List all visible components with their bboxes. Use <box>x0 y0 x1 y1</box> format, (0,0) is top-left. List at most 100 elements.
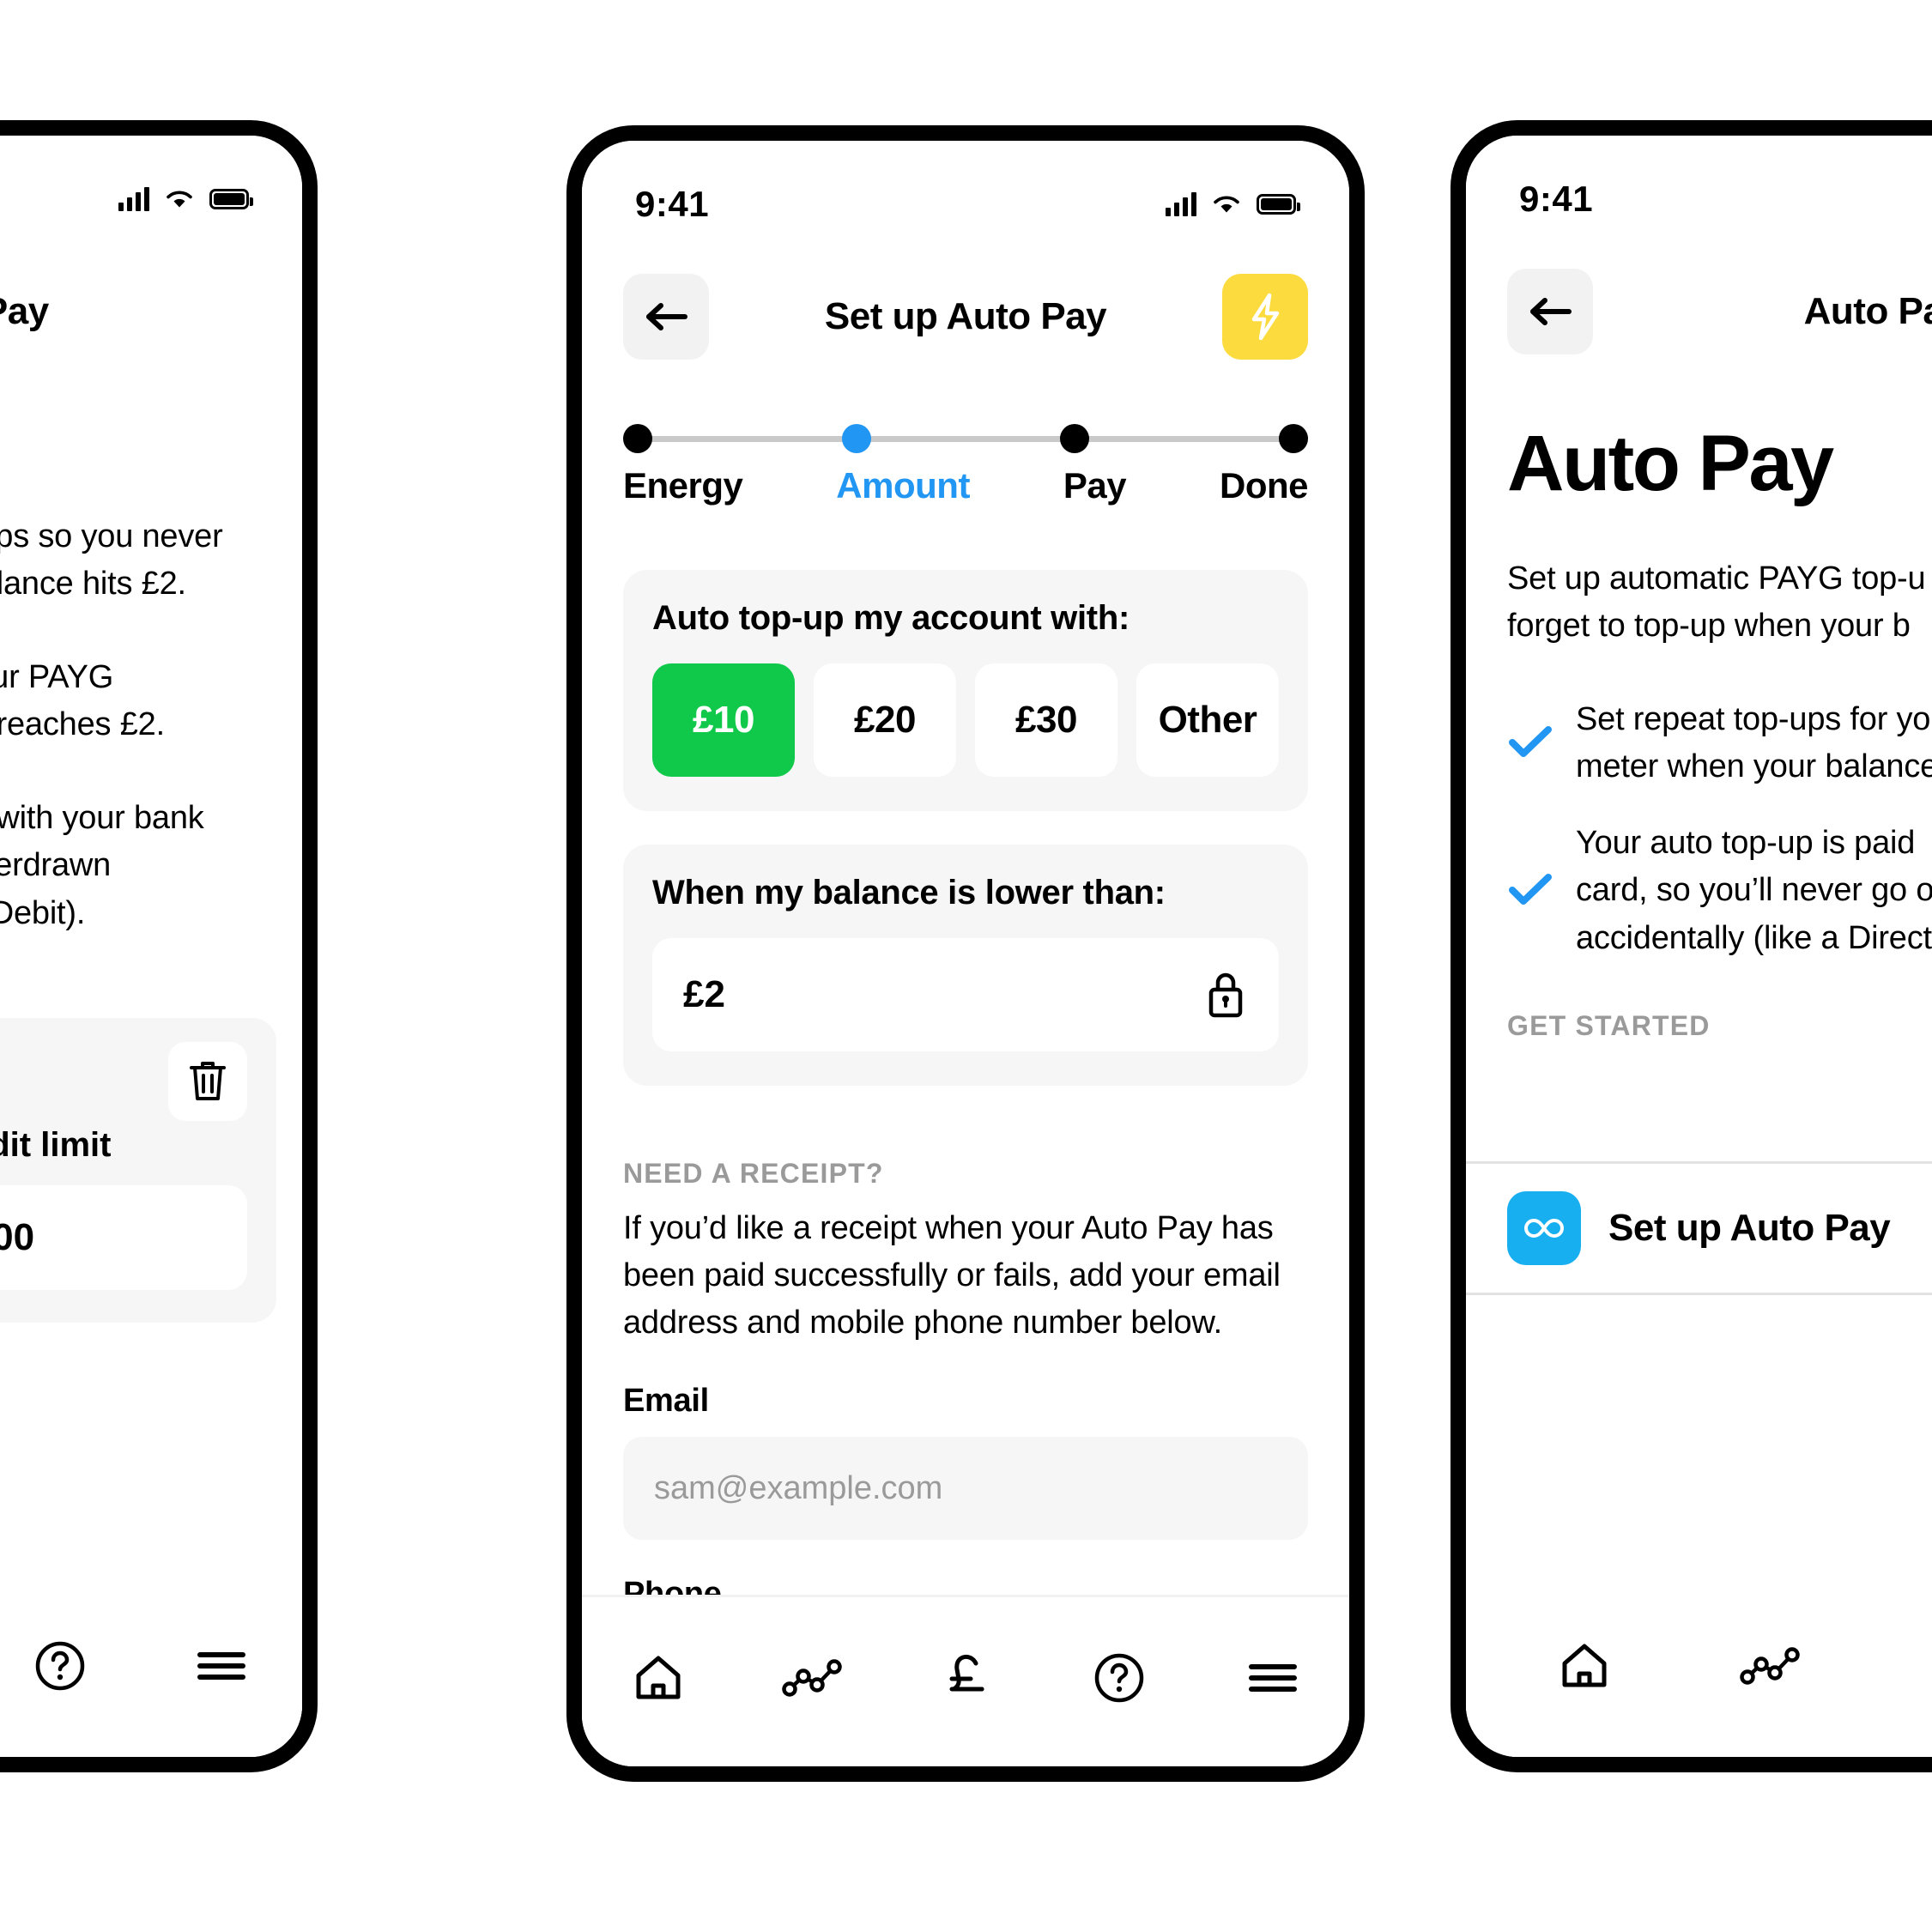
lock-icon <box>1208 972 1243 1018</box>
menu-icon <box>1248 1664 1297 1692</box>
right-status-time: 9:41 <box>1519 179 1594 219</box>
benefit-item-1: Set repeat top-ups for yo meter when you… <box>1507 696 1932 790</box>
usage-graph-icon <box>782 1659 842 1697</box>
credit-limit-field[interactable]: £2.00 <box>0 1185 247 1290</box>
balance-threshold-field[interactable]: £2 <box>652 938 1279 1051</box>
tab-menu[interactable] <box>180 1625 263 1707</box>
tab-help[interactable] <box>19 1625 101 1707</box>
lightning-bolt-icon <box>1251 293 1280 341</box>
check-icon <box>1507 724 1553 764</box>
battery-icon <box>209 189 253 209</box>
credit-limit-card: Credit limit £2.00 <box>0 1018 276 1323</box>
left-bullet-2: op-up is paid with your bank ll never go… <box>0 800 204 931</box>
screenshot-stage: Auto Pay c PAYG top-ups so you never whe… <box>0 0 1932 1932</box>
step-label-pay: Pay <box>1063 465 1127 506</box>
usage-graph-icon <box>1740 1647 1800 1685</box>
topup-amount-card: Auto top-up my account with: £10 £20 £30… <box>623 570 1308 811</box>
list-item-setup-auto-pay[interactable]: Set up Auto Pay <box>1466 1164 1932 1293</box>
menu-icon <box>197 1652 245 1680</box>
get-started-kicker: GET STARTED <box>1507 1009 1711 1041</box>
receipt-kicker: NEED A RECEIPT? <box>623 1158 884 1189</box>
tab-home[interactable] <box>617 1637 700 1719</box>
list-item-label: Set up Auto Pay <box>1608 1207 1891 1249</box>
list-divider-bottom <box>1466 1293 1932 1295</box>
check-icon <box>1507 871 1553 911</box>
step-label-energy: Energy <box>623 465 743 506</box>
email-label: Email <box>623 1383 709 1420</box>
center-navbar: Set up Auto Pay <box>582 270 1349 364</box>
tab-menu[interactable] <box>1232 1637 1314 1719</box>
benefit-item-2: Your auto top-up is paid card, so you’ll… <box>1507 820 1932 961</box>
phone-center: 9:41 Set up Auto Pay Energy Amount Pay D… <box>566 125 1365 1782</box>
phone-right: 9:41 Auto Pay Auto Pay Set up automatic … <box>1451 120 1932 1772</box>
right-tabbar <box>1466 1585 1932 1757</box>
center-status-time: 9:41 <box>635 184 710 224</box>
credit-limit-label: Credit limit <box>0 1126 112 1164</box>
wifi-icon <box>167 191 192 208</box>
balance-threshold-value: £2 <box>683 973 725 1015</box>
signal-icon <box>118 187 149 211</box>
infinity-icon <box>1524 1219 1564 1238</box>
left-status-bar <box>0 173 302 225</box>
left-page-title: Auto Pay <box>0 290 49 332</box>
left-status-icons <box>118 187 253 211</box>
tab-help[interactable] <box>1078 1637 1160 1719</box>
amount-option-30[interactable]: £30 <box>975 663 1117 777</box>
wifi-icon <box>1214 196 1239 213</box>
stepper-labels: Energy Amount Pay Done <box>623 465 1308 506</box>
amount-option-other[interactable]: Other <box>1136 663 1279 777</box>
amount-options: £10 £20 £30 Other <box>652 663 1279 777</box>
checkmark-icon <box>1509 725 1552 757</box>
right-intro: Set up automatic PAYG top-u forget to to… <box>1507 560 1926 645</box>
tab-home[interactable] <box>1543 1625 1626 1707</box>
left-bullet-1: op-ups for your PAYG your balance reache… <box>0 659 165 743</box>
home-icon <box>636 1656 681 1699</box>
pound-icon <box>949 1654 984 1692</box>
topup-card-title: Auto top-up my account with: <box>652 599 1130 637</box>
stepper-dots <box>623 424 1308 453</box>
get-started-list: Set up Auto Pay <box>1466 1161 1932 1295</box>
back-arrow-icon <box>646 303 687 330</box>
left-navbar: Auto Pay <box>0 264 302 359</box>
step-dot-amount[interactable] <box>841 424 871 453</box>
left-screen: Auto Pay c PAYG top-ups so you never whe… <box>0 136 302 1757</box>
right-screen: 9:41 Auto Pay Auto Pay Set up automatic … <box>1466 136 1932 1757</box>
amount-option-20[interactable]: £20 <box>814 663 956 777</box>
right-navbar: Auto Pay <box>1466 264 1932 359</box>
benefit-text-2: Your auto top-up is paid card, so you’ll… <box>1576 825 1932 956</box>
center-screen: 9:41 Set up Auto Pay Energy Amount Pay D… <box>582 141 1349 1766</box>
right-content: Auto Pay Set up automatic PAYG top-u for… <box>1507 419 1932 1042</box>
signal-icon <box>1166 192 1196 216</box>
left-text-block: c PAYG top-ups so you never when your ba… <box>0 513 302 937</box>
receipt-body: If you’d like a receipt when your Auto P… <box>623 1210 1281 1341</box>
help-circle-icon <box>1094 1653 1144 1703</box>
trash-icon-button[interactable] <box>168 1042 247 1121</box>
home-icon <box>1562 1644 1607 1687</box>
infinity-icon-badge <box>1507 1191 1581 1265</box>
step-dot-energy[interactable] <box>623 424 652 453</box>
step-dot-pay[interactable] <box>1060 424 1090 453</box>
center-page-title: Set up Auto Pay <box>824 295 1107 337</box>
balance-threshold-card: When my balance is lower than: £2 <box>623 845 1308 1086</box>
center-status-bar: 9:41 <box>582 179 1349 230</box>
step-dot-done[interactable] <box>1278 424 1308 453</box>
stepper-track <box>623 424 1308 453</box>
back-button[interactable] <box>623 274 709 360</box>
step-label-amount: Amount <box>836 465 970 506</box>
right-page-title: Auto Pay <box>1803 290 1932 332</box>
tab-payments[interactable] <box>924 1637 1007 1719</box>
back-button[interactable] <box>1507 269 1593 354</box>
email-input[interactable]: sam@example.com <box>623 1437 1308 1541</box>
left-paragraph: c PAYG top-ups so you never when your ba… <box>0 518 223 603</box>
setup-stepper: Energy Amount Pay Done <box>623 424 1308 506</box>
energy-bolt-button[interactable] <box>1222 274 1308 360</box>
tab-usage[interactable] <box>1729 1625 1811 1707</box>
tab-payments[interactable] <box>1914 1625 1932 1707</box>
back-arrow-icon <box>1530 298 1572 325</box>
benefit-text-1: Set repeat top-ups for yo meter when you… <box>1576 701 1932 785</box>
phone-left: Auto Pay c PAYG top-ups so you never whe… <box>0 120 318 1772</box>
center-status-icons <box>1166 192 1300 216</box>
amount-option-10[interactable]: £10 <box>652 663 795 777</box>
right-status-bar: 9:41 <box>1466 173 1932 225</box>
tab-usage[interactable] <box>771 1637 853 1719</box>
